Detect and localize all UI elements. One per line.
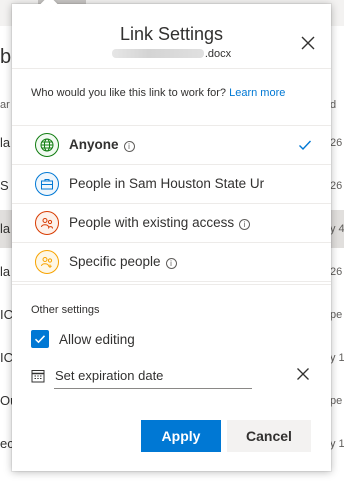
- background-fragment: b: [0, 46, 12, 68]
- file-extension: .docx: [204, 48, 232, 60]
- background-fragment[interactable]: S: [0, 167, 12, 205]
- option-specific-people-label: Specific people i: [69, 243, 291, 281]
- info-icon[interactable]: i: [123, 141, 135, 152]
- background-fragment: ar: [0, 99, 10, 111]
- background-fragment: y 4: [330, 210, 344, 248]
- dialog-pointer: [40, 0, 58, 13]
- checkmark-icon: [299, 140, 312, 151]
- option-specific-people-text: Specific people: [69, 254, 161, 269]
- background-fragment[interactable]: la: [0, 253, 12, 291]
- background-fragment: 26: [330, 180, 343, 192]
- background-fragment: y 1: [330, 438, 344, 450]
- allow-editing-checkbox[interactable]: Allow editing: [31, 329, 135, 349]
- background-fragment[interactable]: Ou: [0, 382, 12, 420]
- cancel-button[interactable]: Cancel: [227, 420, 311, 452]
- link-settings-dialog: Link Settings .docx Who would you like t…: [12, 0, 331, 471]
- option-organization[interactable]: People in Sam Houston State Ur: [12, 165, 331, 204]
- option-existing-access[interactable]: People with existing access i: [12, 204, 331, 243]
- learn-more-link[interactable]: Learn more: [229, 87, 285, 99]
- option-organization-label: People in Sam Houston State Ur: [69, 176, 265, 191]
- option-existing-access-text: People with existing access: [69, 215, 235, 230]
- calendar-icon: [31, 370, 45, 383]
- question-text: Who would you like this link to work for…: [31, 87, 227, 99]
- background-fragment[interactable]: IC: [0, 339, 12, 377]
- background-fragment: pe: [330, 395, 343, 407]
- background-fragment: y 1: [330, 352, 344, 364]
- people-access-icon: [35, 211, 59, 235]
- background-fragment[interactable]: ec: [0, 425, 12, 463]
- option-specific-people[interactable]: Specific people i: [12, 243, 331, 282]
- other-settings-label: Other settings: [31, 304, 100, 316]
- allow-editing-label: Allow editing: [59, 331, 135, 347]
- background-fragment[interactable]: la: [0, 210, 12, 248]
- close-icon[interactable]: [298, 33, 318, 53]
- dialog-file-name: .docx: [12, 48, 331, 60]
- background-fragment[interactable]: IC: [0, 296, 12, 334]
- option-existing-access-label: People with existing access i: [69, 204, 291, 242]
- dialog-title: Link Settings: [119, 24, 224, 44]
- checkbox-checked-icon[interactable]: [31, 330, 49, 348]
- apply-button[interactable]: Apply: [141, 420, 221, 452]
- header-divider: [12, 68, 331, 69]
- expiration-date-input[interactable]: Set expiration date: [54, 365, 252, 389]
- briefcase-icon: [35, 172, 59, 196]
- background-fragment: 26: [330, 266, 343, 278]
- background-bottom-strip: [0, 471, 344, 484]
- background-fragment: 26: [330, 137, 343, 149]
- info-icon[interactable]: i: [239, 219, 251, 230]
- background-fragment: pe: [330, 309, 343, 321]
- info-icon[interactable]: i: [165, 258, 177, 269]
- option-anyone-text: Anyone: [69, 137, 119, 152]
- options-bottom-divider: [12, 284, 331, 285]
- background-list-right: d 26 26 y 4 26 pe y 1 pe y 1: [330, 26, 344, 484]
- clear-expiration-icon[interactable]: [295, 366, 311, 382]
- link-scope-question: Who would you like this link to work for…: [31, 86, 293, 101]
- expiration-row: Set expiration date: [31, 365, 252, 389]
- people-add-icon: [35, 250, 59, 274]
- background-list-left: b ar la S la la IC IC Ou ec (T: [0, 26, 12, 484]
- background-fragment: d: [330, 99, 337, 111]
- background-fragment[interactable]: la: [0, 124, 12, 162]
- redacted-file-name: [111, 49, 204, 58]
- option-anyone[interactable]: Anyone i: [12, 126, 331, 165]
- option-anyone-label: Anyone i: [69, 126, 291, 164]
- globe-icon: [35, 133, 59, 157]
